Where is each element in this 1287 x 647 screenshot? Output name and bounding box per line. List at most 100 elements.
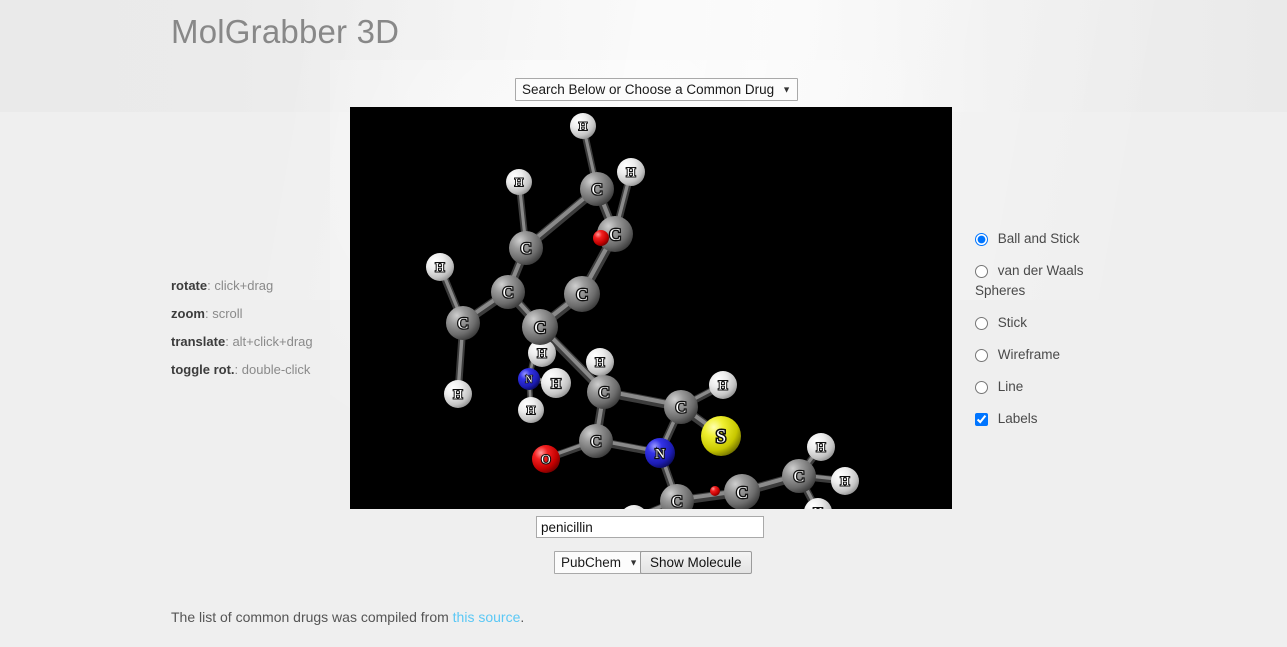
atom-c: C	[446, 306, 480, 340]
atom-label: H	[816, 440, 825, 455]
atom-c: C	[782, 459, 816, 493]
radio-van-der-waals-spheres-input[interactable]	[975, 265, 988, 278]
atom-label: C	[599, 385, 610, 402]
app-root: MolGrabber 3D Search Below or Choose a C…	[0, 0, 1287, 647]
atom-h: H	[426, 253, 454, 281]
source-link[interactable]: this source	[453, 609, 521, 625]
atom-n: N	[518, 368, 540, 390]
instruction-value: alt+click+drag	[232, 334, 313, 349]
atom-label: H	[813, 505, 822, 509]
radio-line-input[interactable]	[975, 381, 988, 394]
radio-ball-and-stick-label: Ball and Stick	[997, 231, 1080, 246]
atom-sphere	[710, 486, 720, 496]
instruction-row: zoom: scroll	[171, 300, 313, 328]
atom-label: O	[541, 452, 550, 467]
instruction-row: toggle rot.: double-click	[171, 356, 313, 384]
checkbox-labels-input[interactable]	[975, 413, 988, 426]
radio-stick-input[interactable]	[975, 317, 988, 330]
atom-h: H	[518, 397, 544, 423]
checkbox-labels-label: Labels	[997, 411, 1038, 426]
atom-label: C	[458, 316, 469, 333]
atom-label: C	[576, 285, 587, 304]
atom-c: C	[491, 275, 525, 309]
atom-label: H	[718, 378, 727, 393]
atom-h: H	[444, 380, 472, 408]
radio-wireframe-label: Wireframe	[997, 347, 1061, 362]
atom-label: C	[794, 469, 805, 486]
instruction-action: rotate	[171, 278, 208, 293]
atom-o	[710, 486, 720, 496]
atom-c: C	[564, 276, 600, 312]
atom-c: C	[580, 172, 614, 206]
instruction-action: zoom	[171, 306, 205, 321]
molecule-3d-render: HCHCHCCCHHCCHNHHHCCHCONSCHCCCHHHCHHOH	[350, 107, 952, 509]
instruction-row: translate: alt+click+drag	[171, 328, 313, 356]
molecule-viewer-canvas[interactable]: HCHCHCCCHHCCHNHHHCCHCONSCHCCCHHHCHHOH	[350, 107, 952, 509]
instruction-action: translate	[171, 334, 226, 349]
atom-h: H	[570, 113, 596, 139]
atom-label: C	[592, 182, 603, 199]
atom-h: H	[807, 433, 835, 461]
instruction-value: double-click	[241, 362, 311, 377]
atom-label: C	[591, 434, 602, 451]
atom-label: C	[736, 483, 747, 502]
atom-c: C	[579, 424, 613, 458]
radio-van-der-waals-spheres-label: van der Waals Spheres	[975, 263, 1084, 298]
atom-h: H	[586, 348, 614, 376]
atom-h: H	[541, 368, 571, 398]
radio-line[interactable]: Line	[975, 377, 1135, 397]
atom-label: H	[551, 377, 561, 392]
database-select[interactable]: PubChem	[554, 551, 645, 574]
atom-label: H	[579, 119, 588, 133]
radio-ball-and-stick-input[interactable]	[975, 233, 988, 246]
atom-h: H	[831, 467, 859, 495]
atom-label: H	[626, 165, 635, 180]
atom-c: C	[664, 390, 698, 424]
footer-text-before: The list of common drugs was compiled fr…	[171, 609, 453, 625]
atom-label: C	[609, 225, 620, 244]
atom-sphere	[593, 230, 609, 246]
checkbox-labels[interactable]: Labels	[975, 409, 1135, 429]
atom-label: C	[676, 400, 687, 417]
atom-o	[593, 230, 609, 246]
common-drug-select[interactable]: Search Below or Choose a Common Drug	[515, 78, 798, 101]
atom-o: O	[532, 445, 560, 473]
radio-stick-label: Stick	[997, 315, 1028, 330]
atom-label: H	[537, 346, 546, 361]
atom-label: N	[655, 447, 665, 462]
instruction-row: rotate: click+drag	[171, 272, 313, 300]
common-drug-select-container: Search Below or Choose a Common Drug ▼	[515, 78, 798, 101]
instruction-sep: :	[234, 362, 242, 377]
instruction-action: toggle rot.	[171, 362, 235, 377]
atom-h: H	[709, 371, 737, 399]
common-drug-select-shell: Search Below or Choose a Common Drug ▼	[515, 78, 798, 101]
database-select-container: PubChem ▼	[554, 551, 645, 574]
radio-ball-and-stick[interactable]: Ball and Stick	[975, 229, 1135, 249]
show-molecule-button[interactable]: Show Molecule	[640, 551, 752, 574]
molecule-search-input[interactable]	[536, 516, 764, 538]
footer-note: The list of common drugs was compiled fr…	[171, 609, 524, 625]
interaction-instructions: rotate: click+drag zoom: scroll translat…	[171, 272, 313, 384]
atom-label: H	[453, 387, 462, 402]
atom-label: H	[527, 403, 536, 417]
atom-label: C	[672, 494, 683, 509]
database-select-shell: PubChem ▼	[554, 551, 645, 574]
instruction-value: scroll	[212, 306, 243, 321]
atom-label: H	[515, 175, 524, 189]
instruction-value: click+drag	[214, 278, 274, 293]
radio-wireframe-input[interactable]	[975, 349, 988, 362]
atom-c: C	[522, 309, 558, 345]
atom-label: H	[435, 260, 444, 275]
atom-n: N	[645, 438, 675, 468]
atom-h: H	[506, 169, 532, 195]
radio-line-label: Line	[997, 379, 1024, 394]
radio-van-der-waals-spheres[interactable]: van der Waals Spheres	[975, 261, 1135, 301]
atom-label: C	[503, 285, 514, 302]
atom-label: H	[840, 474, 849, 489]
radio-wireframe[interactable]: Wireframe	[975, 345, 1135, 365]
render-style-options: Ball and Stick van der Waals Spheres Sti…	[975, 229, 1135, 429]
atom-label: H	[595, 355, 604, 370]
footer-text-after: .	[520, 609, 525, 625]
atom-label: N	[525, 375, 532, 386]
radio-stick[interactable]: Stick	[975, 313, 1135, 333]
